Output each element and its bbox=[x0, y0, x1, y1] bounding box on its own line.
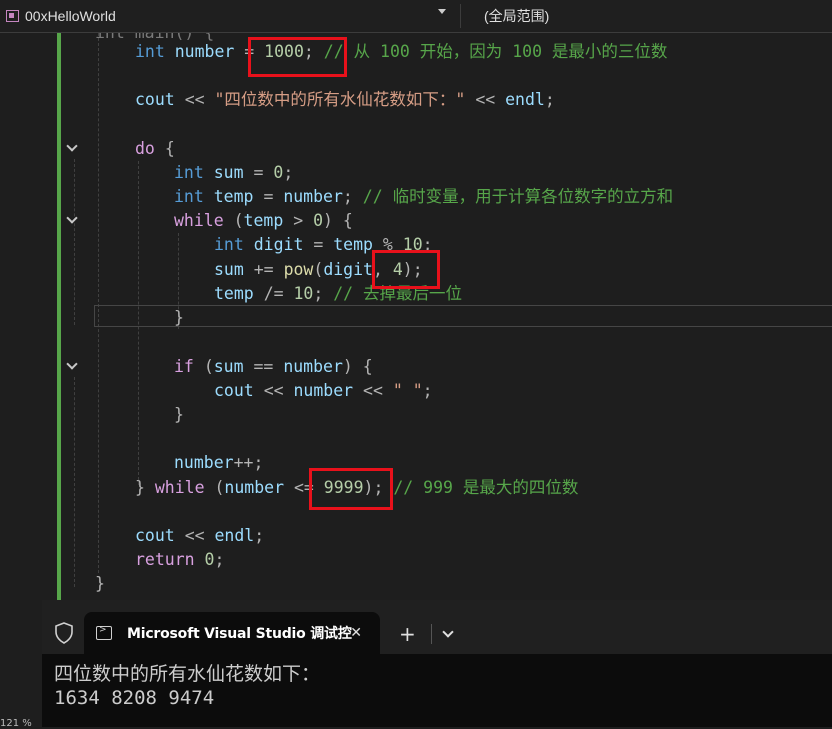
keyword: int bbox=[214, 235, 244, 254]
code-line: do { bbox=[135, 139, 175, 158]
code-line: cout << endl; bbox=[135, 526, 265, 545]
tab-divider bbox=[431, 624, 432, 644]
number-literal: 0 bbox=[273, 163, 284, 182]
comment: // 999 是最大的四位数 bbox=[393, 478, 579, 497]
identifier: sum bbox=[213, 357, 244, 376]
keyword: int bbox=[174, 163, 204, 182]
editor-margin bbox=[0, 600, 42, 727]
identifier: temp bbox=[333, 235, 373, 254]
terminal-icon bbox=[96, 625, 112, 640]
highlight-box bbox=[309, 468, 393, 510]
function-name: pow bbox=[283, 260, 314, 279]
identifier: cout bbox=[135, 526, 175, 545]
current-line-highlight bbox=[94, 305, 832, 327]
navbar-divider bbox=[460, 4, 461, 28]
identifier: sum bbox=[213, 163, 244, 182]
code-line: } bbox=[95, 574, 105, 593]
console-tab[interactable]: Microsoft Visual Studio 调试控 ✕ bbox=[84, 612, 380, 654]
highlight-box bbox=[248, 37, 347, 77]
scope-dropdown[interactable]: (全局范围) bbox=[466, 4, 832, 28]
code-line: int temp = number; // 临时变量，用于计算各位数字的立方和 bbox=[174, 187, 674, 206]
identifier: number bbox=[174, 42, 235, 61]
code-line: number++; bbox=[174, 453, 264, 472]
number-literal: 10 bbox=[293, 284, 314, 303]
code-line: } bbox=[174, 308, 184, 327]
comment: // 从 100 开始，因为 100 是最小的三位数 bbox=[323, 42, 668, 61]
zoom-level[interactable]: 121 % bbox=[0, 718, 32, 729]
highlight-box bbox=[372, 250, 440, 289]
identifier: number bbox=[174, 453, 234, 472]
identifier: endl bbox=[505, 90, 545, 109]
identifier: temp bbox=[213, 187, 254, 206]
code-line: int sum = 0; bbox=[174, 163, 294, 182]
keyword: return bbox=[135, 550, 195, 569]
project-icon bbox=[6, 10, 19, 22]
console-output[interactable]: 四位数中的所有水仙花数如下： 1634 8208 9474 bbox=[42, 654, 832, 727]
keyword: if bbox=[174, 357, 194, 376]
console-output-line: 四位数中的所有水仙花数如下： bbox=[54, 663, 321, 685]
console-tab-bar: Microsoft Visual Studio 调试控 ✕ + bbox=[42, 600, 832, 654]
code-line: cout << "四位数中的所有水仙花数如下：" << endl; bbox=[135, 90, 555, 109]
keyword: while bbox=[174, 211, 224, 230]
fold-chevron-icon[interactable] bbox=[67, 361, 77, 371]
identifier: number bbox=[293, 381, 354, 400]
identifier: cout bbox=[214, 381, 254, 400]
identifier: temp bbox=[243, 211, 284, 230]
shield-icon[interactable] bbox=[54, 622, 74, 644]
fold-chevron-icon[interactable] bbox=[67, 143, 77, 153]
code-line: while (temp > 0) { bbox=[174, 211, 353, 230]
indent-guide bbox=[98, 33, 99, 573]
identifier: endl bbox=[214, 526, 255, 545]
code-line: cout << number << " "; bbox=[214, 381, 433, 400]
number-literal: 0 bbox=[313, 211, 324, 230]
identifier: number bbox=[283, 357, 343, 376]
project-name: 00xHelloWorld bbox=[25, 8, 116, 24]
identifier: number bbox=[224, 478, 285, 497]
change-indicator-bar bbox=[57, 33, 61, 600]
keyword: int bbox=[174, 187, 204, 206]
navigation-bar: 00xHelloWorld (全局范围) bbox=[0, 0, 832, 33]
identifier: temp bbox=[214, 284, 254, 303]
dropdown-caret-icon[interactable] bbox=[438, 9, 446, 14]
keyword: do bbox=[135, 139, 155, 158]
close-icon[interactable]: ✕ bbox=[350, 625, 362, 641]
string-literal: " " bbox=[392, 381, 423, 400]
fold-chevron-icon[interactable] bbox=[67, 215, 77, 225]
keyword: while bbox=[154, 478, 205, 497]
chevron-down-icon[interactable] bbox=[442, 626, 454, 638]
code-line: return 0; bbox=[135, 550, 225, 569]
identifier: sum bbox=[214, 260, 244, 279]
number-literal: 0 bbox=[204, 550, 215, 569]
scope-label: (全局范围) bbox=[484, 8, 550, 24]
string-literal: "四位数中的所有水仙花数如下：" bbox=[214, 90, 466, 109]
identifier: cout bbox=[135, 90, 175, 109]
identifier: digit bbox=[323, 260, 373, 279]
indent-guide bbox=[74, 159, 75, 325]
code-line: } bbox=[174, 405, 184, 424]
code-line: int number = 1000; // 从 100 开始，因为 100 是最… bbox=[135, 42, 668, 61]
keyword: int bbox=[135, 42, 165, 61]
indent-guide bbox=[74, 377, 75, 587]
comment: // 临时变量，用于计算各位数字的立方和 bbox=[362, 187, 674, 206]
tab-title: Microsoft Visual Studio 调试控 bbox=[127, 626, 352, 642]
code-editor[interactable]: int main() { int number = 1000; // 从 100… bbox=[0, 33, 832, 600]
project-dropdown[interactable]: 00xHelloWorld bbox=[0, 4, 454, 28]
identifier: number bbox=[283, 187, 343, 206]
identifier: digit bbox=[253, 235, 304, 254]
plus-icon[interactable]: + bbox=[399, 624, 416, 644]
code-line: if (sum == number) { bbox=[174, 357, 373, 376]
console-output-line: 1634 8208 9474 bbox=[54, 687, 215, 709]
